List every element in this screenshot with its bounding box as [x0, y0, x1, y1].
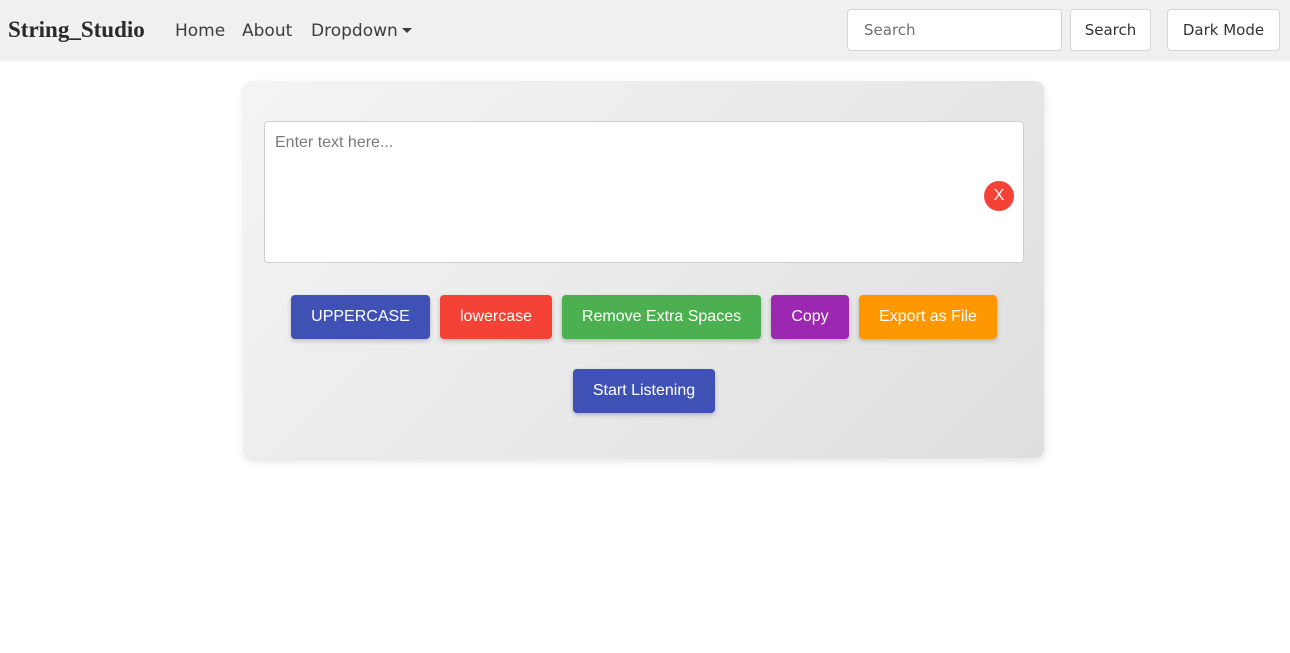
nav-link-home[interactable]: Home [175, 20, 225, 42]
start-listening-button[interactable]: Start Listening [573, 369, 715, 413]
uppercase-button[interactable]: UPPERCASE [291, 295, 430, 339]
caret-down-icon [401, 28, 412, 33]
brand-logo[interactable]: String_Studio [8, 15, 145, 45]
nav-dropdown-toggle[interactable]: Dropdown [311, 20, 412, 42]
clear-text-button[interactable]: X [984, 181, 1014, 211]
copy-button[interactable]: Copy [771, 295, 849, 339]
nav-dropdown-label: Dropdown [311, 21, 398, 41]
text-input-area[interactable] [264, 121, 1024, 263]
search-button[interactable]: Search [1070, 9, 1151, 51]
export-file-button[interactable]: Export as File [859, 295, 997, 339]
nav-link-about[interactable]: About [242, 20, 292, 42]
dark-mode-button[interactable]: Dark Mode [1167, 9, 1280, 51]
remove-extra-spaces-button[interactable]: Remove Extra Spaces [562, 295, 761, 339]
lowercase-button[interactable]: lowercase [440, 295, 552, 339]
editor-card: X UPPERCASE lowercase Remove Extra Space… [244, 81, 1044, 458]
navbar: String_Studio Home About Dropdown Search… [0, 0, 1290, 61]
search-input[interactable] [847, 9, 1062, 51]
